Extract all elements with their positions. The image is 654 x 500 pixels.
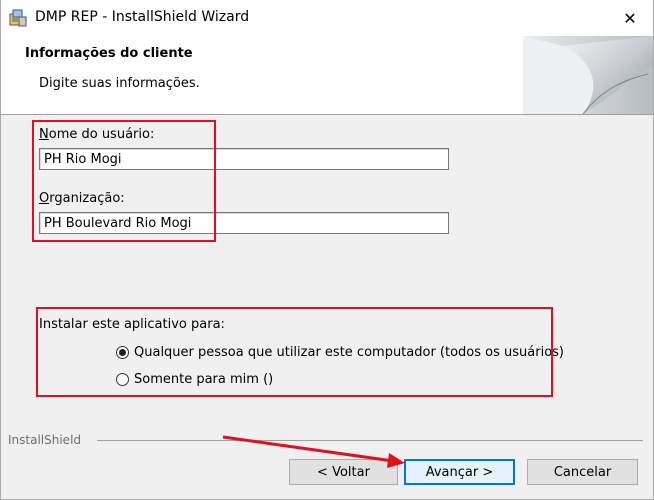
curled-page-graphic [523, 36, 653, 114]
back-button[interactable]: < Voltar [289, 459, 398, 485]
annotation-box-fields [32, 120, 216, 242]
next-button[interactable]: Avançar > [404, 459, 515, 485]
installer-icon [9, 9, 27, 27]
installshield-brand: InstallShield [8, 433, 82, 447]
page-title: Informações do cliente [25, 46, 193, 61]
footer-divider [97, 440, 643, 441]
installer-window: DMP REP - InstallShield Wizard ✕ Informa… [0, 0, 654, 500]
close-button[interactable]: ✕ [607, 0, 653, 36]
title-bar: DMP REP - InstallShield Wizard ✕ [1, 0, 653, 36]
cancel-button[interactable]: Cancelar [527, 459, 638, 485]
page-subtitle: Digite suas informações. [39, 76, 200, 91]
window-title: DMP REP - InstallShield Wizard [35, 9, 250, 25]
close-icon[interactable]: ✕ [623, 9, 636, 28]
annotation-box-install-scope [36, 307, 553, 397]
wizard-header: Informações do cliente Digite suas infor… [1, 36, 653, 115]
